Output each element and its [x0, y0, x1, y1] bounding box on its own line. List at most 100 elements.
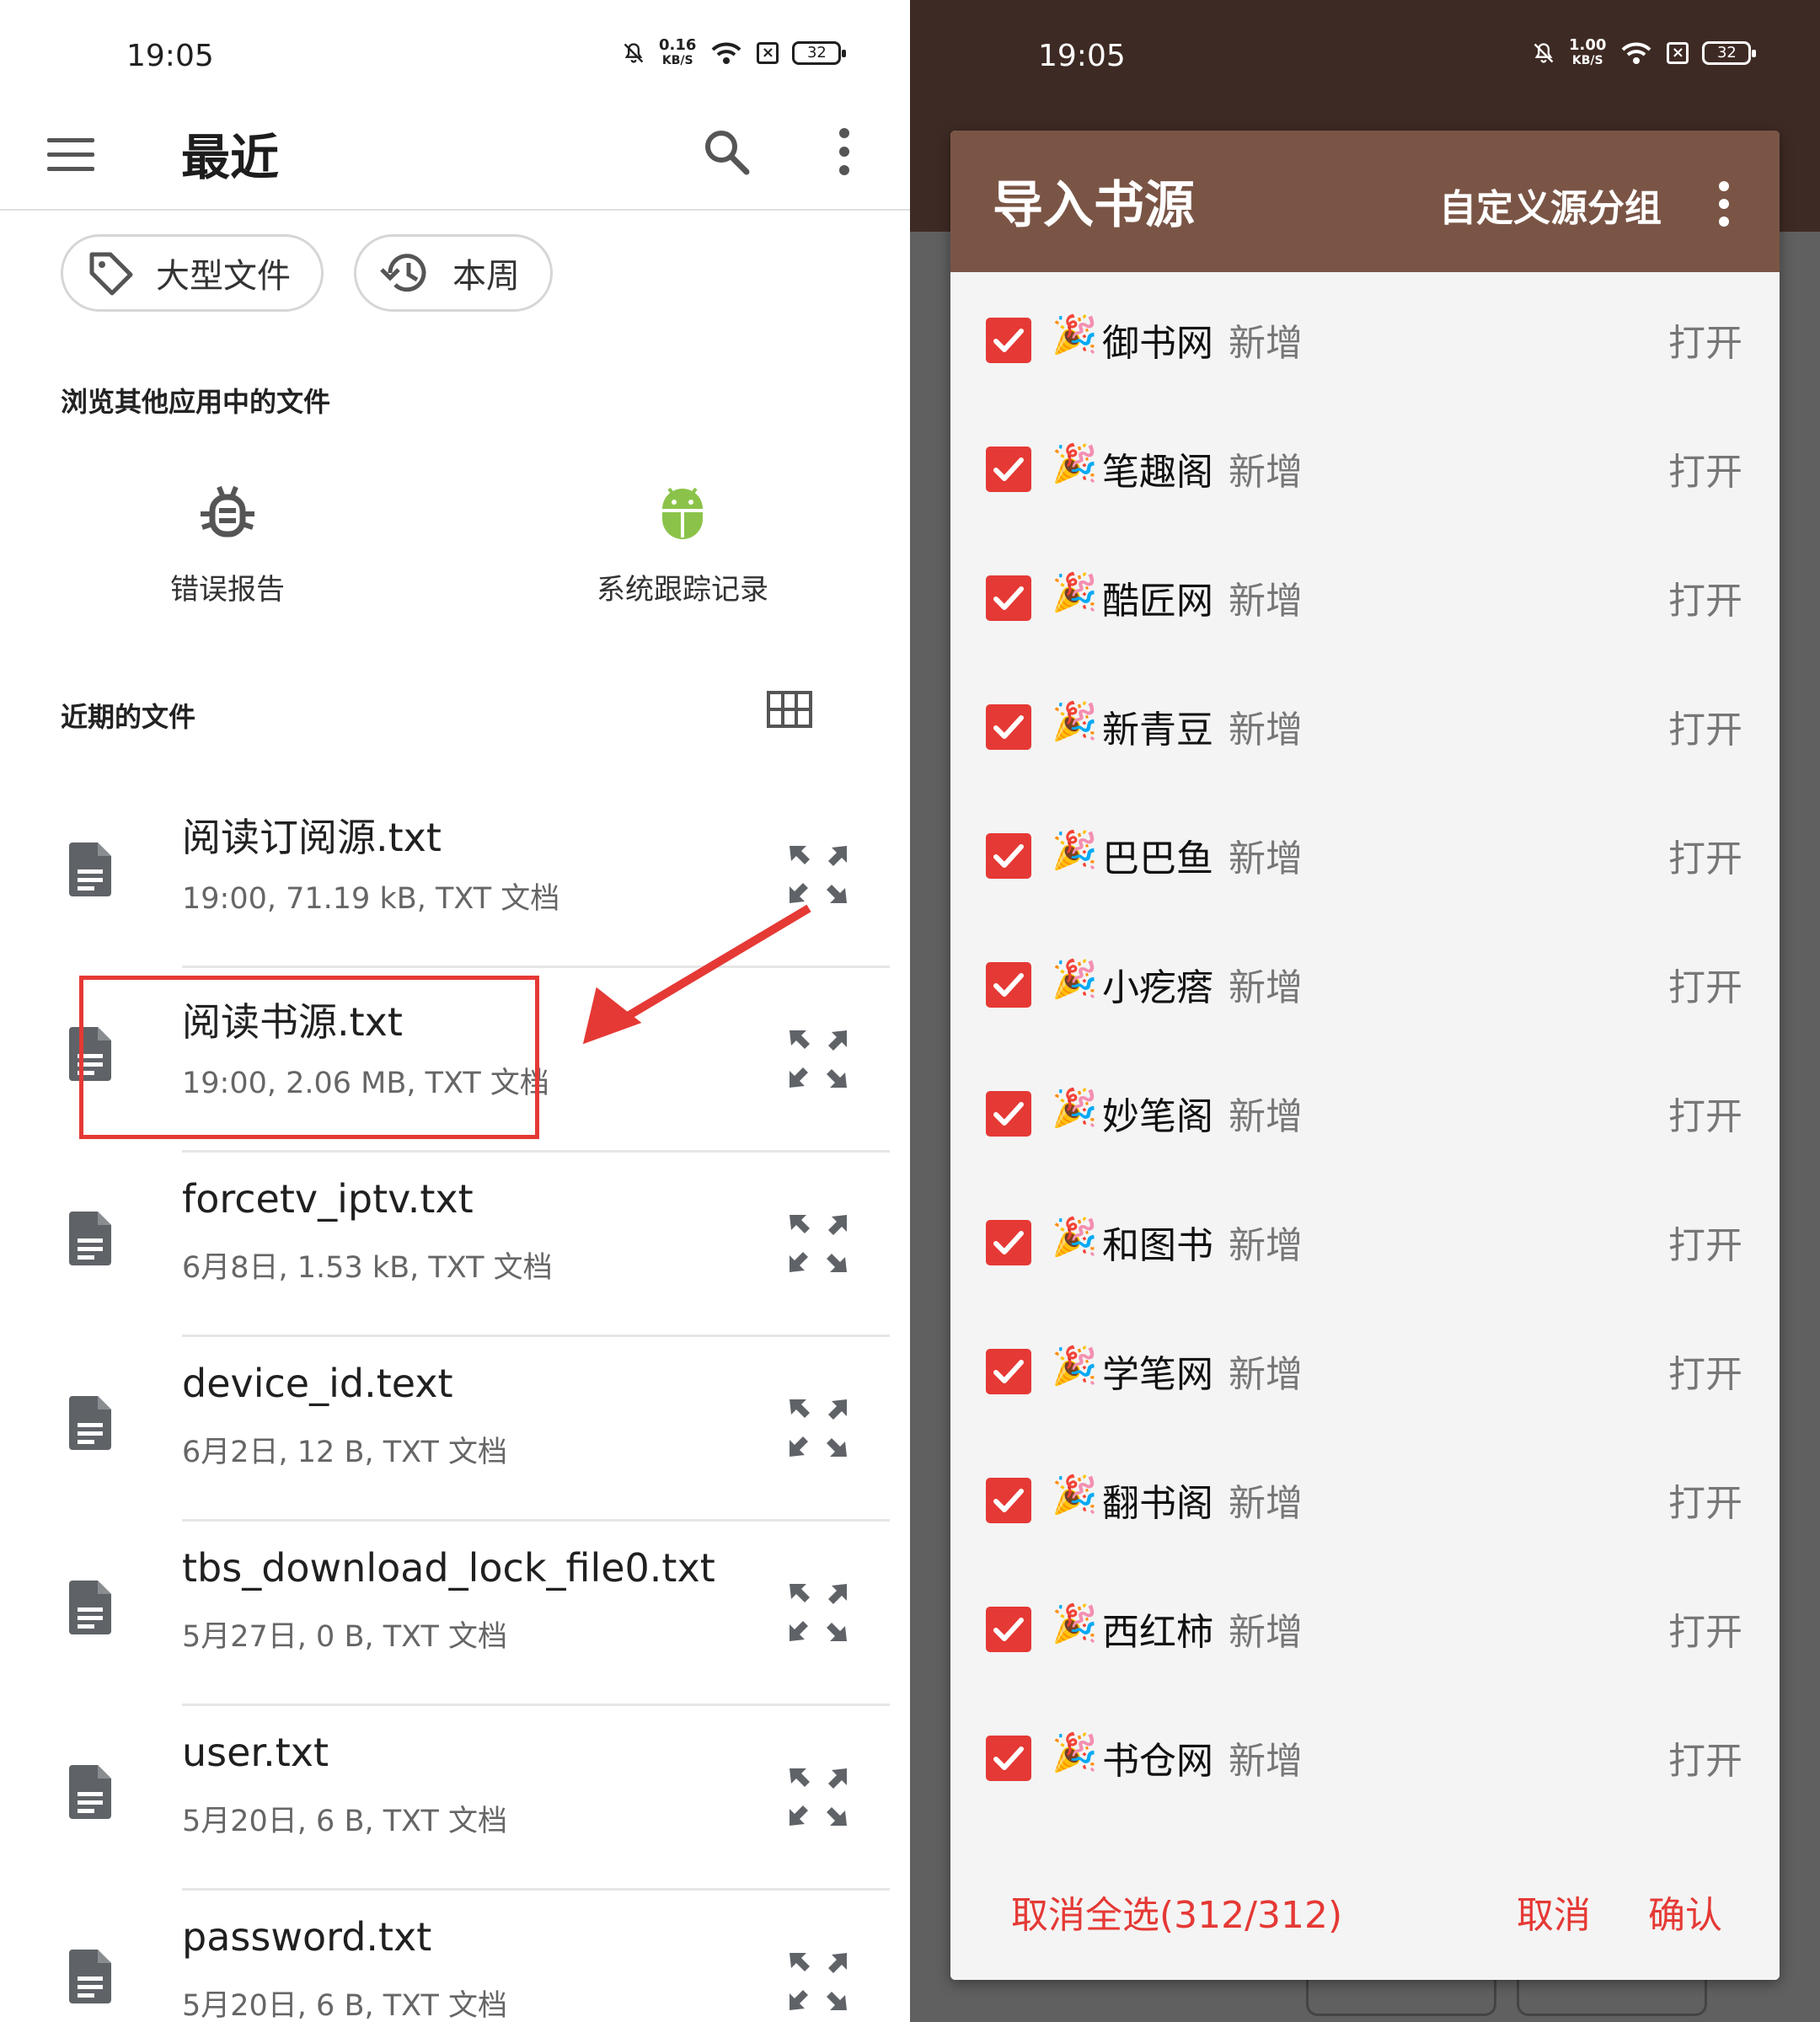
more-options-icon[interactable]: [839, 128, 849, 184]
net-speed: 0.16 KB/S: [659, 36, 697, 67]
file-meta: 19:00, 71.19 kB, TXT 文档: [182, 882, 560, 916]
party-popper-icon: 🎉: [1052, 571, 1098, 614]
source-open-button[interactable]: 打开: [1668, 1602, 1742, 1656]
source-row[interactable]: 🎉 笔趣阁 新增 打开: [950, 401, 1780, 530]
source-open-button[interactable]: 打开: [1668, 699, 1742, 753]
wifi-icon: [1622, 42, 1651, 64]
source-checkbox[interactable]: [986, 833, 1031, 879]
source-row[interactable]: 🎉 小疙瘩 新增 打开: [950, 917, 1780, 1046]
expand-icon[interactable]: [788, 844, 848, 905]
check-icon: [993, 1102, 1024, 1126]
check-icon: [993, 1360, 1024, 1383]
source-checkbox[interactable]: [986, 704, 1031, 750]
source-open-button[interactable]: 打开: [1668, 313, 1742, 366]
source-row[interactable]: 🎉 翻书阁 新增 打开: [950, 1432, 1780, 1561]
source-open-button[interactable]: 打开: [1668, 1215, 1742, 1269]
source-open-button[interactable]: 打开: [1668, 1730, 1742, 1784]
source-row[interactable]: 🎉 书仓网 新增 打开: [950, 1690, 1780, 1819]
expand-icon[interactable]: [788, 1213, 848, 1274]
mute-bell-icon: [624, 43, 644, 63]
menu-icon[interactable]: [47, 138, 94, 181]
annotation-arrow: [582, 904, 811, 1045]
check-icon: [993, 715, 1024, 739]
check-icon: [993, 329, 1024, 352]
dialog-header: 导入书源 自定义源分组: [950, 131, 1780, 272]
party-popper-icon: 🎉: [1052, 1345, 1098, 1388]
expand-icon[interactable]: [788, 1398, 848, 1458]
file-row[interactable]: user.txt 5月20日, 6 B, TXT 文档: [0, 1706, 910, 1891]
source-status: 新增: [1228, 1353, 1303, 1396]
file-meta: 6月2日, 12 B, TXT 文档: [182, 1436, 507, 1469]
source-row[interactable]: 🎉 酷匠网 新增 打开: [950, 530, 1780, 659]
source-row[interactable]: 🎉 御书网 新增 打开: [950, 272, 1780, 401]
source-open-button[interactable]: 打开: [1668, 828, 1742, 882]
source-name: 学笔网: [1102, 1353, 1213, 1396]
deselect-all-button[interactable]: 取消全选(312/312): [1011, 1885, 1342, 1939]
party-popper-icon: 🎉: [1052, 958, 1098, 1001]
document-icon: [69, 1212, 111, 1265]
check-icon: [993, 1489, 1024, 1512]
file-row[interactable]: device_id.text 6月2日, 12 B, TXT 文档: [0, 1337, 910, 1522]
chip-this-week[interactable]: 本周: [354, 234, 553, 312]
source-open-button[interactable]: 打开: [1668, 1086, 1742, 1140]
source-name: 和图书: [1102, 1224, 1213, 1267]
expand-icon[interactable]: [788, 1582, 848, 1643]
custom-group-button[interactable]: 自定义源分组: [1439, 178, 1662, 232]
file-manager-panel: 19:05 0.16 KB/S × 32 最近 大型文件 本周 浏览其他应用中的文…: [0, 0, 910, 2022]
file-row[interactable]: tbs_download_lock_file0.txt 5月27日, 0 B, …: [0, 1522, 910, 1706]
tag-icon: [89, 252, 133, 296]
recent-section-title: 近期的文件: [61, 701, 196, 733]
source-open-button[interactable]: 打开: [1668, 570, 1742, 624]
file-meta: 5月20日, 6 B, TXT 文档: [182, 1989, 507, 2022]
file-meta: 6月8日, 1.53 kB, TXT 文档: [182, 1251, 553, 1285]
app-bug-report[interactable]: 错误报告: [59, 480, 396, 607]
file-row[interactable]: forcetv_iptv.txt 6月8日, 1.53 kB, TXT 文档: [0, 1153, 910, 1337]
history-icon: [380, 254, 426, 292]
chip-large-files[interactable]: 大型文件: [61, 234, 324, 312]
search-icon[interactable]: [701, 126, 752, 177]
expand-icon[interactable]: [788, 1951, 848, 2012]
app-bar: 最近: [0, 110, 910, 211]
source-checkbox[interactable]: [986, 1220, 1031, 1265]
source-checkbox[interactable]: [986, 1736, 1031, 1781]
source-checkbox[interactable]: [986, 962, 1031, 1008]
source-name: 酷匠网: [1102, 580, 1213, 623]
confirm-button[interactable]: 确认: [1648, 1885, 1722, 1939]
source-open-button[interactable]: 打开: [1668, 441, 1742, 495]
source-row[interactable]: 🎉 皆阅读 新增 打开: [950, 1819, 1780, 1837]
source-row[interactable]: 🎉 新青豆 新增 打开: [950, 659, 1780, 788]
battery-icon: 32: [792, 41, 847, 65]
cancel-button[interactable]: 取消: [1517, 1885, 1591, 1939]
source-status: 新增: [1228, 1224, 1303, 1267]
source-row[interactable]: 🎉 巴巴鱼 新增 打开: [950, 788, 1780, 917]
source-row[interactable]: 🎉 学笔网 新增 打开: [950, 1303, 1780, 1432]
source-row[interactable]: 🎉 妙笔阁 新增 打开: [950, 1046, 1780, 1174]
source-checkbox[interactable]: [986, 1349, 1031, 1394]
source-checkbox[interactable]: [986, 1607, 1031, 1652]
expand-icon[interactable]: [788, 1767, 848, 1827]
more-options-icon[interactable]: [1719, 181, 1729, 234]
source-checkbox[interactable]: [986, 447, 1031, 492]
check-icon: [993, 457, 1024, 481]
document-icon: [69, 1396, 111, 1450]
grid-view-icon[interactable]: [767, 691, 812, 728]
source-status: 新增: [1228, 451, 1303, 494]
source-list: 🎉 御书网 新增 打开 🎉 笔趣阁 新增 打开 🎉 酷匠网 新增 打开 🎉 新青…: [950, 272, 1780, 1837]
no-sim-icon: ×: [757, 42, 779, 64]
source-row[interactable]: 🎉 西红柿 新增 打开: [950, 1561, 1780, 1690]
file-meta: 5月27日, 0 B, TXT 文档: [182, 1620, 507, 1654]
source-open-button[interactable]: 打开: [1668, 1344, 1742, 1398]
source-open-button[interactable]: 打开: [1668, 1473, 1742, 1527]
source-open-button[interactable]: 打开: [1668, 957, 1742, 1011]
party-popper-icon: 🎉: [1052, 1602, 1098, 1645]
dialog-title: 导入书源: [993, 176, 1195, 235]
file-row[interactable]: password.txt 5月20日, 6 B, TXT 文档: [0, 1891, 910, 2022]
app-system-trace[interactable]: 系统跟踪记录: [514, 480, 851, 607]
source-checkbox[interactable]: [986, 575, 1031, 621]
source-checkbox[interactable]: [986, 318, 1031, 363]
source-checkbox[interactable]: [986, 1091, 1031, 1137]
source-name: 新青豆: [1102, 709, 1213, 752]
source-row[interactable]: 🎉 和图书 新增 打开: [950, 1174, 1780, 1303]
source-checkbox[interactable]: [986, 1478, 1031, 1523]
party-popper-icon: 🎉: [1052, 1731, 1098, 1774]
